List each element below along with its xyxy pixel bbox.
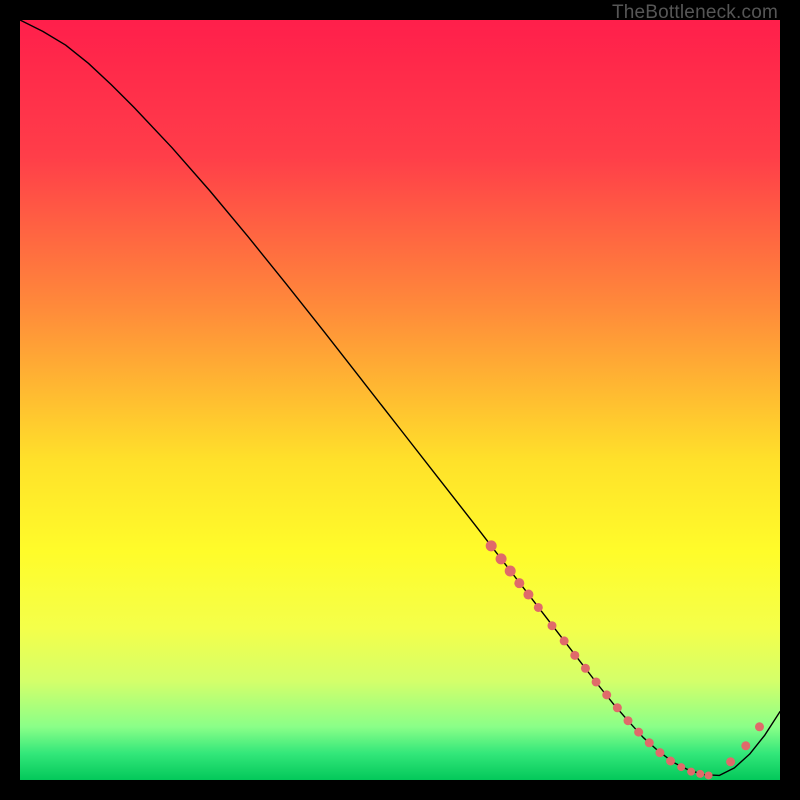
curve-marker bbox=[581, 664, 590, 673]
curve-marker bbox=[741, 741, 750, 750]
curve-marker bbox=[548, 621, 557, 630]
curve-marker bbox=[486, 540, 497, 551]
curve-marker bbox=[496, 553, 507, 564]
curve-marker bbox=[687, 768, 695, 776]
curve-marker bbox=[705, 771, 713, 779]
curve-marker bbox=[645, 738, 654, 747]
curve-marker bbox=[655, 748, 664, 757]
curve-marker bbox=[534, 603, 543, 612]
curve-marker bbox=[634, 728, 643, 737]
chart-frame: TheBottleneck.com bbox=[0, 0, 800, 800]
curve-marker bbox=[505, 566, 516, 577]
chart-svg bbox=[20, 20, 780, 780]
curve-marker bbox=[570, 651, 579, 660]
curve-marker bbox=[624, 716, 633, 725]
curve-marker bbox=[726, 757, 735, 766]
curve-marker bbox=[602, 690, 611, 699]
curve-marker bbox=[677, 763, 685, 771]
curve-marker bbox=[666, 757, 675, 766]
curve-marker bbox=[523, 590, 533, 600]
curve-marker bbox=[755, 722, 764, 731]
curve-marker bbox=[696, 770, 704, 778]
gradient-background bbox=[20, 20, 780, 780]
curve-marker bbox=[514, 578, 524, 588]
plot-area bbox=[20, 20, 780, 780]
curve-marker bbox=[560, 636, 569, 645]
curve-marker bbox=[592, 677, 601, 686]
curve-marker bbox=[613, 703, 622, 712]
